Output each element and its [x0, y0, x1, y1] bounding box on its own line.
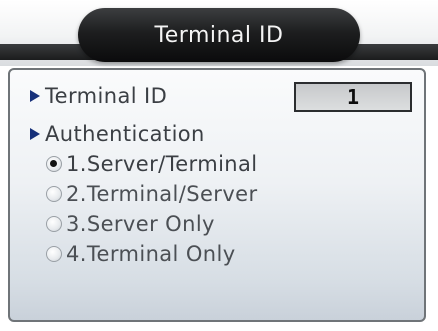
authentication-label: Authentication	[45, 122, 205, 146]
triangle-right-icon	[30, 128, 40, 140]
terminal-id-field[interactable]: 1	[294, 82, 412, 112]
auth-option-label: 3.Server Only	[66, 212, 215, 236]
auth-option-terminal-server[interactable]: 2.Terminal/Server	[46, 182, 258, 206]
auth-option-label: 1.Server/Terminal	[66, 152, 258, 176]
auth-option-server-only[interactable]: 3.Server Only	[46, 212, 215, 236]
auth-option-terminal-only[interactable]: 4.Terminal Only	[46, 242, 236, 266]
triangle-right-icon	[30, 90, 40, 102]
authentication-row: Authentication	[30, 122, 205, 146]
auth-option-label: 2.Terminal/Server	[66, 182, 258, 206]
screen-title: Terminal ID	[154, 22, 284, 48]
terminal-id-label: Terminal ID	[45, 84, 168, 108]
terminal-id-row: Terminal ID	[30, 84, 167, 108]
terminal-id-screen: Terminal ID Terminal ID 1 Authentication…	[0, 0, 438, 331]
auth-option-label: 4.Terminal Only	[66, 242, 236, 266]
radio-unchecked-icon[interactable]	[46, 216, 62, 232]
radio-unchecked-icon[interactable]	[46, 186, 62, 202]
radio-checked-icon[interactable]	[46, 156, 62, 172]
title-tab: Terminal ID	[78, 8, 360, 62]
radio-unchecked-icon[interactable]	[46, 246, 62, 262]
title-bar: Terminal ID	[0, 0, 438, 66]
auth-option-server-terminal[interactable]: 1.Server/Terminal	[46, 152, 258, 176]
